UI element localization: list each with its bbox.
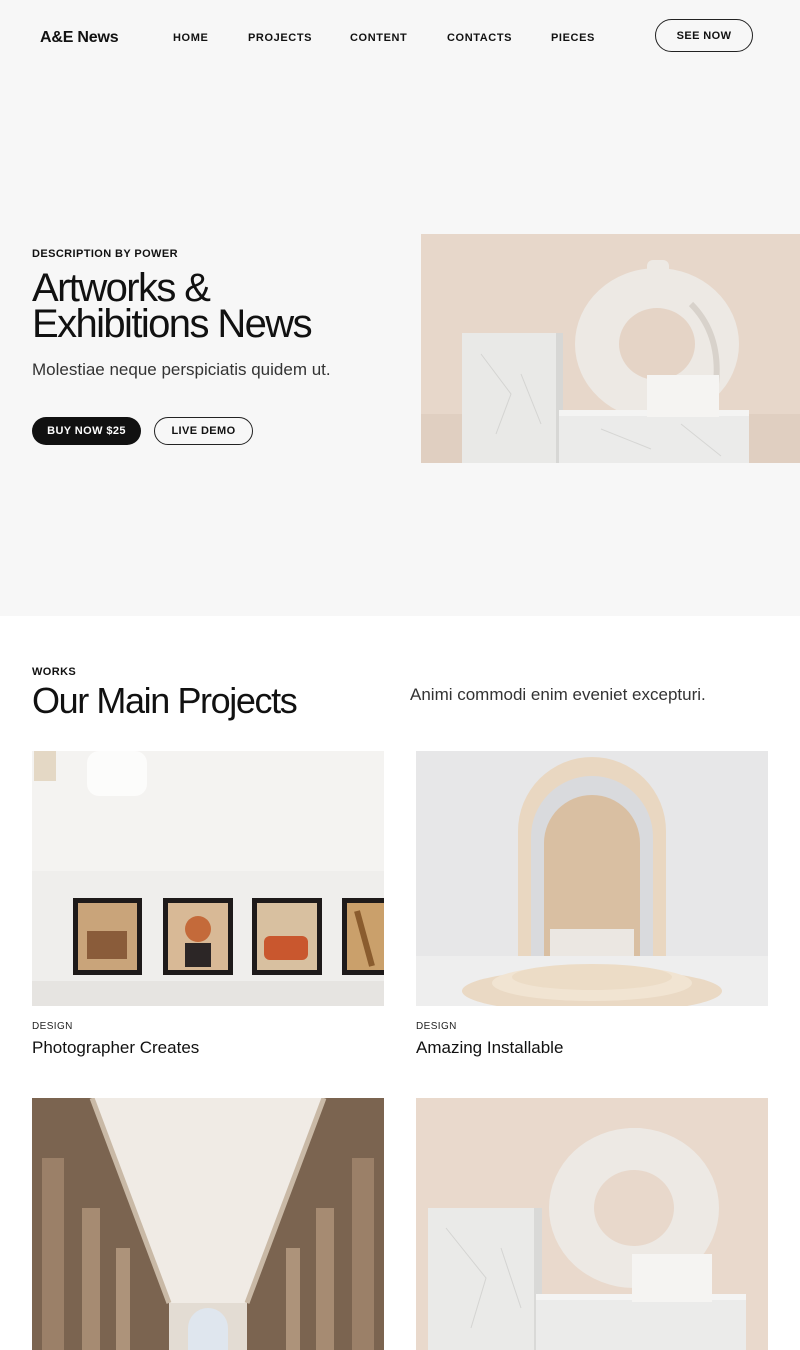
live-demo-button[interactable]: LIVE DEMO <box>154 417 253 445</box>
nav-projects[interactable]: PROJECTS <box>248 32 312 44</box>
project-image-frames[interactable] <box>32 751 384 1006</box>
project-title-2[interactable]: Amazing Installable <box>416 1038 563 1058</box>
buy-now-button[interactable]: BUY NOW $25 <box>32 417 141 445</box>
project-image-hall[interactable] <box>32 1098 384 1350</box>
hero-title-line2: Exhibitions News <box>32 302 313 346</box>
see-now-button[interactable]: SEE NOW <box>655 19 753 52</box>
project-tag-1: DESIGN <box>32 1021 73 1032</box>
project-tag-2: DESIGN <box>416 1021 457 1032</box>
project-image-vase[interactable] <box>416 1098 768 1350</box>
hero-section: A&E News HOME PROJECTS CONTENT CONTACTS … <box>0 0 800 616</box>
site-logo[interactable]: A&E News <box>40 29 119 47</box>
hero-image-vase <box>421 234 800 463</box>
projects-title: Our Main Projects <box>32 680 298 721</box>
hero-subtitle: Molestiae neque perspiciatis quidem ut. <box>32 360 331 379</box>
hero-eyebrow: DESCRIPTION BY POWER <box>32 248 178 260</box>
nav-home[interactable]: HOME <box>173 32 208 44</box>
hero-title: Artworks & Exhibitions News <box>32 268 412 344</box>
projects-eyebrow: WORKS <box>32 666 77 678</box>
project-title-1[interactable]: Photographer Creates <box>32 1038 199 1058</box>
project-image-arch[interactable] <box>416 751 768 1006</box>
nav-pieces[interactable]: PIECES <box>551 32 595 44</box>
nav-contacts[interactable]: CONTACTS <box>447 32 512 44</box>
projects-description: Animi commodi enim eveniet excepturi. <box>410 685 706 704</box>
nav-content[interactable]: CONTENT <box>350 32 407 44</box>
